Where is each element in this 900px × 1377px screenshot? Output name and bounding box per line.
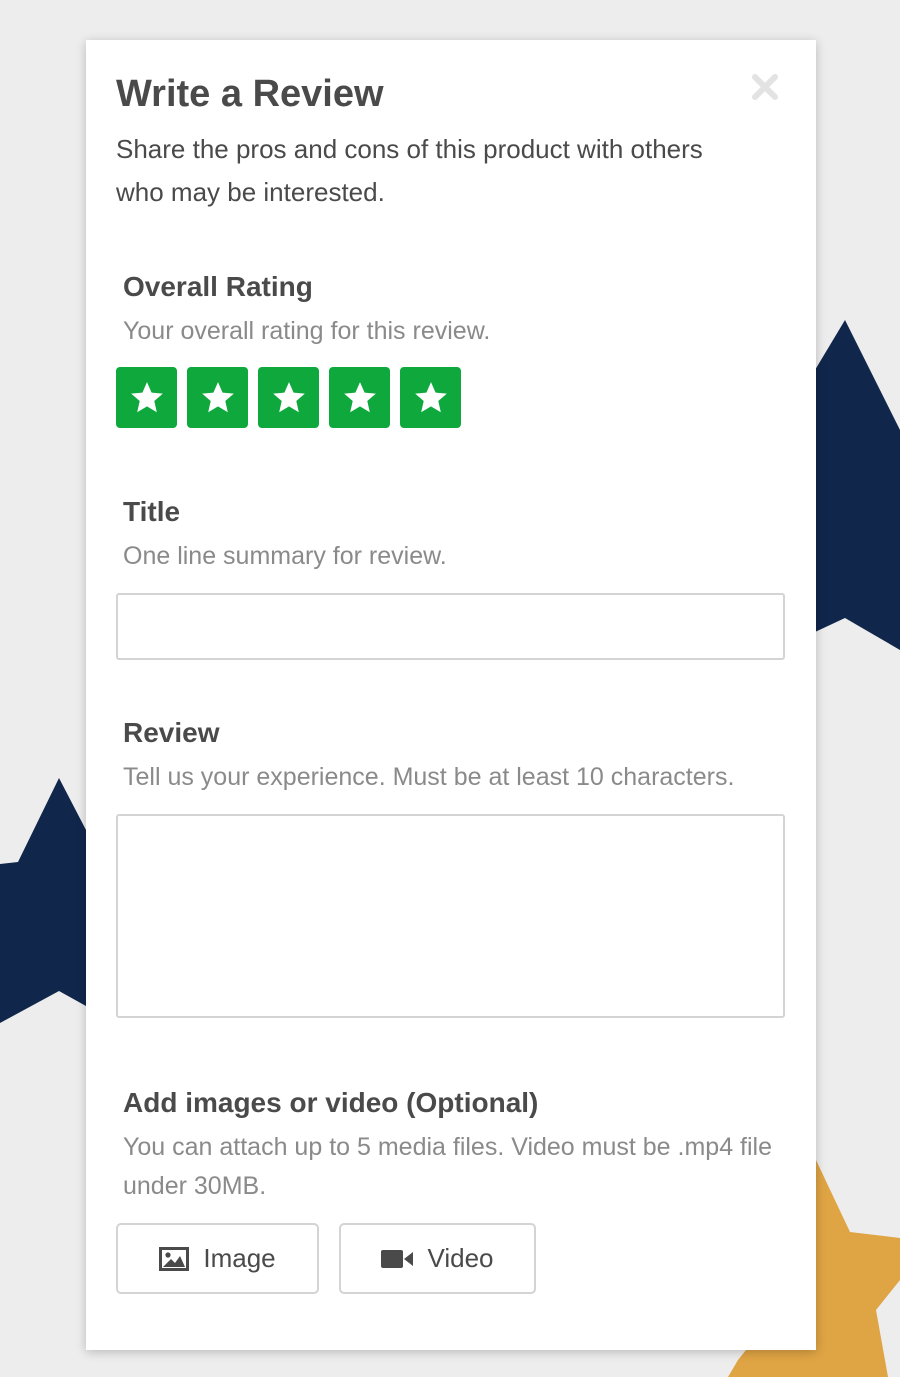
add-video-button[interactable]: Video <box>339 1223 536 1294</box>
image-icon <box>159 1246 190 1271</box>
title-label: Title <box>123 496 181 527</box>
close-icon <box>752 74 778 100</box>
star-icon <box>272 381 305 412</box>
star-icon <box>414 381 447 412</box>
image-button-label: Image <box>203 1243 276 1273</box>
review-hint: Tell us your experience. Must be at leas… <box>123 763 735 791</box>
rating-star-3[interactable] <box>258 367 319 428</box>
close-button[interactable] <box>748 70 782 104</box>
overall-rating-hint: Your overall rating for this review. <box>123 317 491 345</box>
overall-rating-label: Overall Rating <box>123 271 313 302</box>
background-star-navy-right <box>815 320 900 650</box>
review-textarea[interactable] <box>116 814 785 1018</box>
media-label: Add images or video (Optional) <box>123 1087 539 1118</box>
rating-star-2[interactable] <box>187 367 248 428</box>
modal-subtitle: Share the pros and cons of this product … <box>116 134 703 207</box>
star-icon <box>130 381 163 412</box>
rating-star-1[interactable] <box>116 367 177 428</box>
video-button-label: Video <box>427 1243 494 1273</box>
star-icon <box>343 381 376 412</box>
star-rating <box>116 367 461 428</box>
media-hint: You can attach up to 5 media files. Vide… <box>123 1133 773 1200</box>
rating-star-4[interactable] <box>329 367 390 428</box>
star-icon <box>201 381 234 412</box>
write-review-modal: Write a Review Share the pros and cons o… <box>86 40 816 1350</box>
title-hint: One line summary for review. <box>123 542 447 570</box>
title-input[interactable] <box>116 593 785 660</box>
background-star-navy-left <box>0 778 86 1023</box>
video-camera-icon <box>381 1249 414 1268</box>
modal-title: Write a Review <box>116 73 384 115</box>
review-label: Review <box>123 717 220 748</box>
rating-star-5[interactable] <box>400 367 461 428</box>
add-image-button[interactable]: Image <box>116 1223 319 1294</box>
